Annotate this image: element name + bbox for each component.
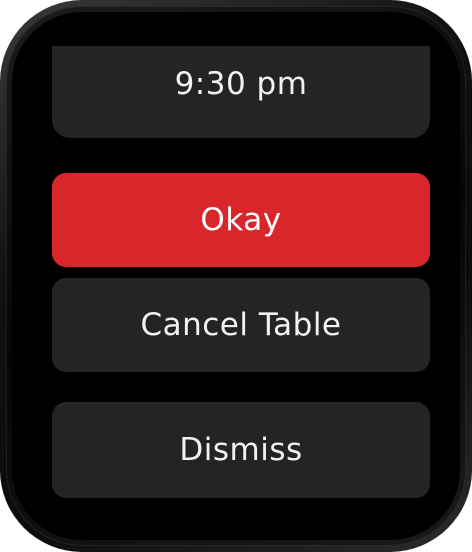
dismiss-button-label: Dismiss [179, 432, 303, 468]
time-label: 9:30 pm [174, 66, 308, 102]
time-row: 9:30 pm [52, 46, 430, 138]
cancel-table-button-label: Cancel Table [140, 307, 342, 343]
okay-button-label: Okay [200, 202, 282, 238]
watch-screen: 9:30 pm Okay Cancel Table Dismiss [12, 12, 460, 540]
okay-button[interactable]: Okay [52, 173, 430, 267]
dismiss-button[interactable]: Dismiss [52, 402, 430, 498]
cancel-table-button[interactable]: Cancel Table [52, 278, 430, 372]
